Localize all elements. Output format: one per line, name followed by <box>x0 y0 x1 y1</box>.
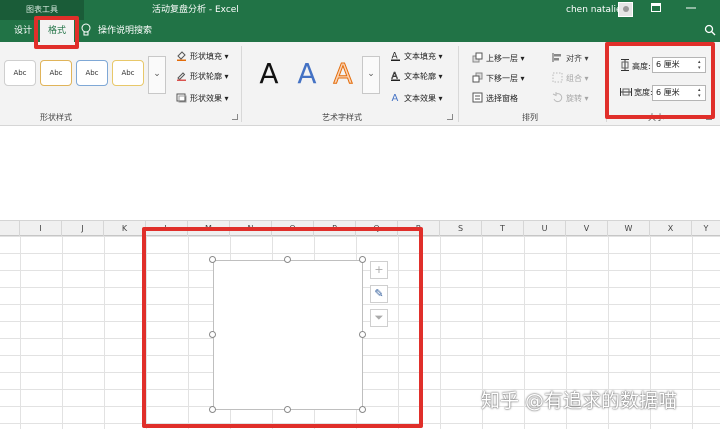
highlight-size-group <box>605 42 715 119</box>
title-bar: 图表工具 活动复盘分析 - Excel chen natalie <box>0 0 720 20</box>
column-header-j[interactable]: J <box>62 221 104 237</box>
shape-style-preset-1[interactable]: Abc <box>4 60 36 86</box>
bring-forward-icon <box>472 52 483 63</box>
text-effects-button[interactable]: A 文本效果 ▾ <box>390 92 443 104</box>
column-header-x[interactable]: X <box>650 221 692 237</box>
send-backward-button[interactable]: 下移一层 ▾ <box>472 72 525 84</box>
column-header-k[interactable]: K <box>104 221 146 237</box>
svg-text:A: A <box>392 93 399 103</box>
shape-effects-icon <box>176 92 187 103</box>
rotate-icon <box>552 92 563 103</box>
watermark-text: 知乎 @有追求的数据喵 <box>481 390 678 412</box>
grid-line <box>440 236 441 429</box>
wordart-styles-group-label: 艺术字样式 <box>322 113 362 122</box>
wordart-styles-launcher[interactable] <box>447 114 453 120</box>
shape-styles-launcher[interactable] <box>232 114 238 120</box>
wordart-more-button[interactable]: ⌄ <box>362 56 380 94</box>
shape-fill-button[interactable]: 形状填充 ▾ <box>176 50 229 62</box>
shape-style-preset-2[interactable]: Abc <box>40 60 72 86</box>
shape-outline-button[interactable]: 形状轮廓 ▾ <box>176 70 229 82</box>
group-divider <box>458 46 459 122</box>
align-button[interactable]: 对齐 ▾ <box>552 52 589 64</box>
grid-line <box>62 236 63 429</box>
column-header-t[interactable]: T <box>482 221 524 237</box>
column-header-y[interactable]: Y <box>692 221 720 237</box>
shape-styles-group-label: 形状样式 <box>40 113 72 122</box>
wordart-style-black[interactable]: A <box>252 55 286 93</box>
column-header-partial[interactable] <box>0 221 20 237</box>
text-effects-icon: A <box>390 92 401 104</box>
column-header-i[interactable]: I <box>20 221 62 237</box>
shape-effects-button[interactable]: 形状效果 ▾ <box>176 92 229 104</box>
minimize-icon[interactable] <box>686 0 696 20</box>
grid-line <box>104 236 105 429</box>
align-icon <box>552 52 563 63</box>
selection-pane-icon <box>472 92 483 103</box>
text-fill-icon: A <box>390 50 401 62</box>
tell-me-search[interactable]: 操作说明搜索 <box>98 20 152 42</box>
text-fill-button[interactable]: A 文本填充 ▾ <box>390 50 443 62</box>
user-name[interactable]: chen natalie <box>566 0 622 20</box>
group-icon <box>552 72 563 83</box>
highlight-format-tab <box>34 16 79 49</box>
document-title: 活动复盘分析 - Excel <box>152 5 239 15</box>
shape-style-preset-4[interactable]: Abc <box>112 60 144 86</box>
column-header-v[interactable]: V <box>566 221 608 237</box>
send-backward-icon <box>472 72 483 83</box>
group-button[interactable]: 组合 ▾ <box>552 72 589 84</box>
column-header-s[interactable]: S <box>440 221 482 237</box>
selection-pane-button[interactable]: 选择窗格 <box>472 92 518 104</box>
wordart-style-blue[interactable]: A <box>290 55 324 93</box>
shape-style-preset-3[interactable]: Abc <box>76 60 108 86</box>
tab-design[interactable]: 设计 <box>14 20 32 42</box>
paint-bucket-icon <box>176 50 187 61</box>
arrange-group-label: 排列 <box>522 113 538 122</box>
grid-line <box>692 236 693 429</box>
ribbon-display-icon[interactable] <box>651 0 661 20</box>
formula-area <box>0 127 720 220</box>
column-header-w[interactable]: W <box>608 221 650 237</box>
pencil-icon <box>176 70 187 81</box>
grid-line <box>20 236 21 429</box>
highlight-chart-area <box>142 227 423 428</box>
text-outline-icon: A <box>390 70 401 82</box>
shape-styles-more-button[interactable]: ⌄ <box>148 56 166 94</box>
wordart-style-orange[interactable]: A <box>326 55 360 93</box>
ribbon-tabs: 设计 格式 操作说明搜索 <box>0 20 720 42</box>
group-divider <box>241 46 242 122</box>
text-outline-button[interactable]: A 文本轮廓 ▾ <box>390 70 443 82</box>
column-header-u[interactable]: U <box>524 221 566 237</box>
avatar[interactable] <box>618 2 633 17</box>
bring-forward-button[interactable]: 上移一层 ▾ <box>472 52 525 64</box>
rotate-button[interactable]: 旋转 ▾ <box>552 92 589 104</box>
